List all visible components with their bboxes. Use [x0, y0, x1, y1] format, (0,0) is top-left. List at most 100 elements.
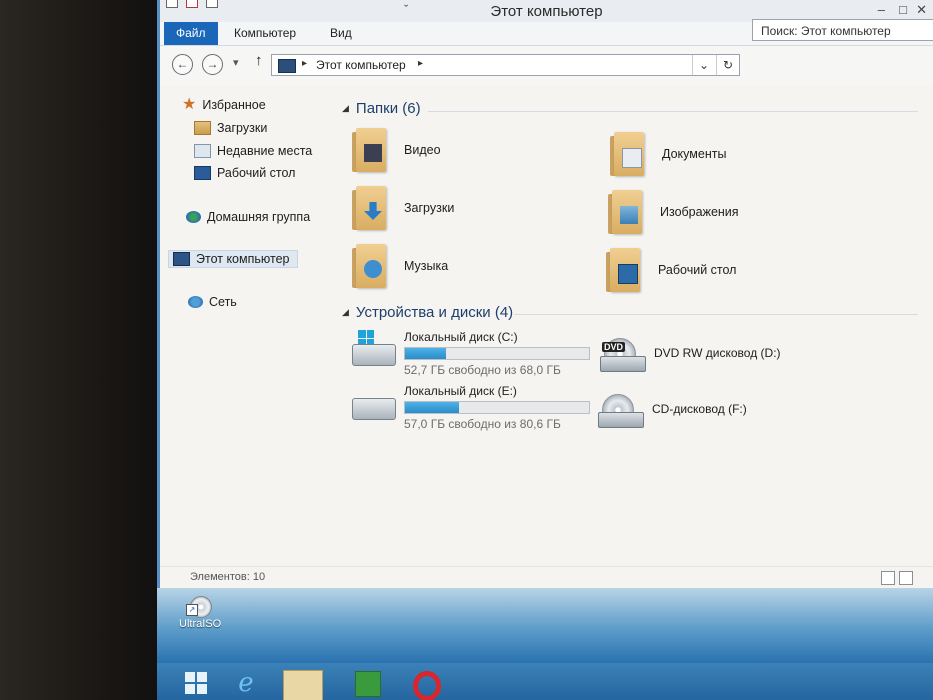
drive-cd[interactable]: CD-дисковод (F:): [598, 390, 747, 428]
file-explorer-icon[interactable]: [283, 670, 323, 700]
folder-pictures[interactable]: Изображения: [608, 190, 739, 234]
collapse-arrow-icon[interactable]: ◢: [342, 103, 349, 114]
drive-name: DVD RW дисковод (D:): [654, 346, 781, 360]
folders-group-header[interactable]: ◢ Папки (6): [342, 100, 421, 117]
desktop: ↗ UltraISO: [157, 588, 933, 663]
title-separator-icon: ˇ: [404, 2, 409, 17]
ultraiso-icon: ↗: [186, 596, 212, 618]
drive-dvd[interactable]: DVD DVD RW дисковод (D:): [600, 334, 781, 372]
network-icon: [188, 296, 203, 308]
search-placeholder: Поиск: Этот компьютер: [761, 24, 891, 38]
nav-homegroup-label: Домашняя группа: [207, 210, 311, 224]
folder-label: Изображения: [660, 205, 739, 219]
screen: Этот компьютер ˇ – □ ✕ Файл Компьютер Ви…: [157, 0, 933, 700]
video-folder-icon: [352, 128, 386, 172]
drive-name: CD-дисковод (F:): [652, 402, 747, 416]
search-input[interactable]: Поиск: Этот компьютер: [752, 19, 933, 41]
store-icon[interactable]: [355, 671, 381, 697]
folder-documents[interactable]: Документы: [610, 132, 726, 176]
desktop-icon-ultraiso[interactable]: ↗ UltraISO: [179, 596, 222, 630]
star-icon: ★: [182, 96, 197, 113]
downloads-folder-icon: [194, 121, 211, 135]
nav-this-pc[interactable]: Этот компьютер: [168, 250, 299, 268]
address-dropdown-icon[interactable]: ⌄: [692, 55, 715, 75]
nav-network-label: Сеть: [209, 295, 237, 309]
internet-explorer-icon[interactable]: e: [231, 669, 261, 697]
nav-recent-label: Недавние места: [217, 144, 313, 158]
window-title: Этот компьютер: [490, 3, 603, 20]
item-count: Элементов: 10: [190, 571, 266, 583]
folder-label: Видео: [404, 143, 441, 157]
up-button[interactable]: ↑: [255, 52, 263, 69]
folder-downloads[interactable]: Загрузки: [352, 186, 454, 230]
drive-free-space: 52,7 ГБ свободно из 68,0 ГБ: [404, 363, 561, 377]
nav-favorites-label: Избранное: [202, 98, 266, 112]
cd-drive-icon: [598, 390, 644, 428]
monitor-bezel: [0, 0, 160, 700]
folder-desktop[interactable]: Рабочий стол: [606, 248, 736, 292]
breadcrumb-this-pc[interactable]: Этот компьютер: [316, 58, 406, 72]
computer-icon: [173, 252, 190, 266]
group-divider: [514, 314, 918, 315]
drive-name: Локальный диск (E:): [404, 384, 517, 398]
nav-network[interactable]: Сеть: [188, 295, 237, 309]
pictures-folder-icon: [608, 190, 642, 234]
computer-icon: [278, 59, 296, 73]
refresh-button[interactable]: ↻: [716, 55, 739, 75]
drive-free-space: 57,0 ГБ свободно из 80,6 ГБ: [404, 417, 561, 431]
drive-usage-fill: [405, 402, 459, 413]
music-folder-icon: [352, 244, 386, 288]
recent-places-icon: [194, 144, 211, 158]
details-view-icon[interactable]: [881, 571, 895, 585]
folder-video[interactable]: Видео: [352, 128, 441, 172]
devices-group-title: Устройства и диски (4): [355, 304, 514, 321]
nav-recent-places[interactable]: Недавние места: [194, 144, 312, 158]
folder-label: Загрузки: [404, 201, 455, 215]
tab-view[interactable]: Вид: [318, 22, 364, 45]
desktop-folder-icon: [606, 248, 640, 292]
back-button[interactable]: ←: [172, 54, 193, 75]
nav-downloads-label: Загрузки: [217, 121, 268, 135]
navigation-pane: ★ Избранное Загрузки Недавние места Рабо…: [160, 86, 328, 566]
homegroup-icon: [186, 211, 201, 223]
dvd-badge: DVD: [602, 342, 626, 352]
dvd-drive-icon: DVD: [600, 334, 646, 372]
drive-c[interactable]: Локальный диск (C:) 52,7 ГБ свободно из …: [350, 330, 590, 377]
nav-this-pc-label: Этот компьютер: [196, 252, 290, 266]
drive-name: Локальный диск (C:): [404, 330, 518, 344]
nav-homegroup[interactable]: Домашняя группа: [186, 210, 310, 224]
start-button[interactable]: [185, 672, 207, 694]
downloads-folder-icon: [352, 186, 386, 230]
explorer-window: Этот компьютер ˇ – □ ✕ Файл Компьютер Ви…: [157, 0, 933, 589]
recent-locations-icon[interactable]: ▾: [233, 56, 239, 69]
forward-button[interactable]: →: [202, 54, 223, 75]
hard-drive-icon: [350, 384, 396, 422]
nav-downloads[interactable]: Загрузки: [194, 121, 267, 135]
folder-label: Музыка: [404, 259, 449, 273]
minimize-button[interactable]: –: [878, 2, 885, 17]
breadcrumb-chevron-icon[interactable]: ▸: [418, 58, 423, 69]
large-icons-view-icon[interactable]: [899, 571, 913, 585]
nav-desktop-label: Рабочий стол: [217, 166, 296, 180]
opera-icon[interactable]: [413, 671, 441, 700]
address-bar[interactable]: ▸ Этот компьютер ▸ ⌄ ↻: [271, 54, 740, 76]
content-pane: ◢ Папки (6) Видео Документы Загрузки Изо…: [328, 86, 933, 566]
taskbar: e: [157, 663, 933, 700]
tab-file[interactable]: Файл: [164, 22, 218, 45]
drive-e[interactable]: Локальный диск (E:) 57,0 ГБ свободно из …: [350, 384, 590, 431]
devices-group-header[interactable]: ◢ Устройства и диски (4): [342, 304, 513, 321]
tab-computer[interactable]: Компьютер: [222, 22, 308, 45]
folders-group-title: Папки (6): [355, 100, 421, 117]
hard-drive-icon: [350, 330, 396, 368]
group-divider: [428, 111, 918, 112]
nav-desktop[interactable]: Рабочий стол: [194, 166, 295, 180]
nav-favorites[interactable]: ★ Избранное: [182, 96, 266, 113]
collapse-arrow-icon[interactable]: ◢: [342, 307, 349, 318]
maximize-button[interactable]: □: [899, 2, 907, 17]
drive-usage-bar: [404, 347, 590, 360]
close-button[interactable]: ✕: [916, 2, 927, 18]
desktop-icon-label: UltraISO: [179, 618, 222, 630]
status-bar: Элементов: 10: [160, 566, 933, 589]
folder-music[interactable]: Музыка: [352, 244, 448, 288]
breadcrumb-separator-icon[interactable]: ▸: [302, 58, 307, 69]
